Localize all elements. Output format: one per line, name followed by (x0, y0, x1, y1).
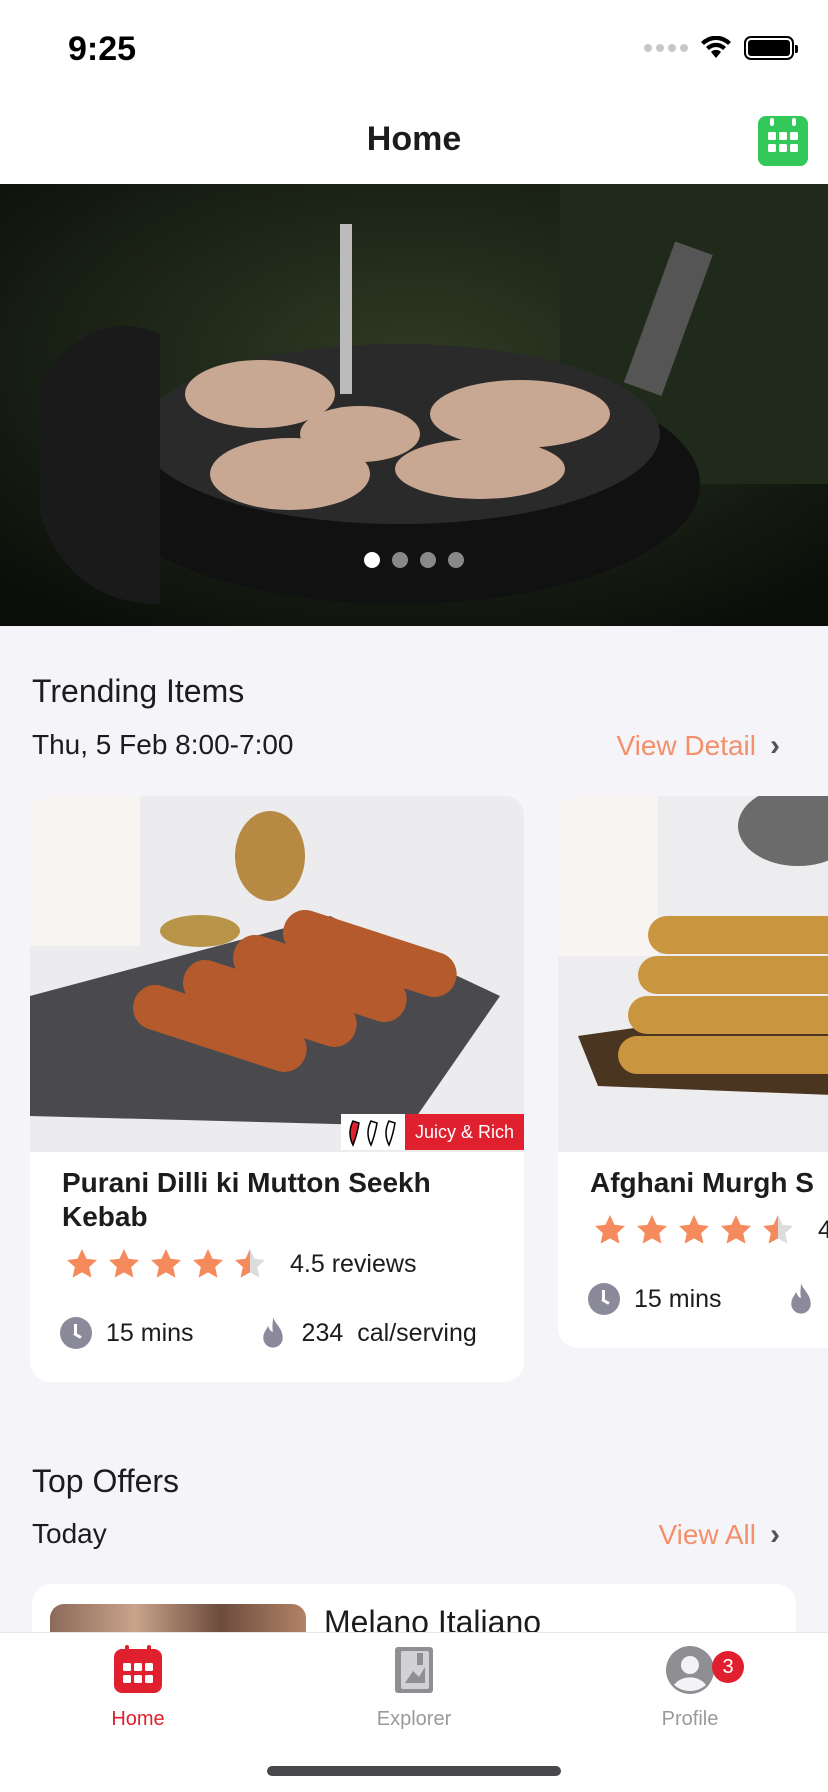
meta-row: 15 mins (588, 1282, 828, 1316)
chevron-right-icon: › (770, 729, 780, 762)
signal-icon (644, 44, 688, 52)
star-icon (151, 1249, 181, 1278)
status-time: 9:25 (68, 30, 137, 68)
home-indicator[interactable] (267, 1766, 561, 1776)
star-half-icon (235, 1249, 265, 1278)
notification-badge: 3 (712, 1651, 744, 1683)
rating-row: 4.5 reviews (64, 1246, 416, 1282)
calendar-icon (114, 1645, 162, 1693)
tab-explorer-label: Explorer (376, 1708, 452, 1730)
star-icon (595, 1215, 625, 1244)
item-name: Afghani Murgh S (590, 1167, 814, 1198)
carousel-pagination (0, 552, 828, 568)
book-icon (395, 1647, 433, 1693)
meta-row: 15 mins 234 cal/serving (60, 1316, 477, 1350)
trending-card[interactable]: Afghani Murgh S 4.5 15 mins (558, 796, 828, 1348)
tab-home[interactable]: Home (38, 1645, 238, 1731)
tab-profile-label: Profile (661, 1708, 719, 1730)
tab-explorer[interactable]: Explorer (314, 1645, 514, 1731)
carousel-dot[interactable] (392, 552, 408, 568)
star-icon (721, 1215, 751, 1244)
view-all-label: View All (658, 1519, 756, 1550)
tab-profile[interactable]: Profile 3 (590, 1645, 790, 1731)
star-icon (679, 1215, 709, 1244)
trending-title: Trending Items (32, 673, 245, 709)
star-icon (67, 1249, 97, 1278)
carousel-dot[interactable] (364, 552, 380, 568)
tag-label: Juicy & Rich (404, 1114, 524, 1150)
rating-text: 4.5 (818, 1215, 828, 1244)
flame-icon (262, 1317, 283, 1348)
calendar-icon[interactable] (758, 116, 808, 166)
trending-card[interactable]: Juicy & Rich Purani Dilli ki Mutton Seek… (30, 796, 524, 1382)
chili-icon (340, 1114, 405, 1150)
prep-time: 15 mins (106, 1318, 194, 1347)
nav-bar: Home (0, 100, 828, 184)
star-half-icon (763, 1215, 793, 1244)
clock-icon (60, 1317, 92, 1349)
flame-icon (790, 1283, 811, 1314)
tag-badge: Juicy & Rich (340, 1114, 524, 1150)
clock-icon (588, 1283, 620, 1315)
carousel-dot[interactable] (448, 552, 464, 568)
wifi-icon (701, 36, 731, 58)
hero-banner[interactable] (0, 184, 828, 626)
status-bar: 9:25 (0, 0, 828, 100)
view-detail-label: View Detail (616, 730, 756, 761)
page-title: Home (366, 120, 462, 158)
view-detail-link[interactable]: View Detail › (616, 729, 780, 763)
carousel-dot[interactable] (420, 552, 436, 568)
star-icon (109, 1249, 139, 1278)
status-icons (644, 36, 798, 60)
battery-icon (744, 36, 798, 60)
item-name: Purani Dilli ki Mutton Seekh Kebab (62, 1167, 431, 1232)
star-icon (193, 1249, 223, 1278)
view-all-link[interactable]: View All › (658, 1518, 780, 1552)
offers-title: Top Offers (32, 1463, 180, 1499)
star-icon (637, 1215, 667, 1244)
calories-value: 234 (301, 1318, 344, 1347)
rating-text: 4.5 reviews (290, 1249, 417, 1278)
offers-subtitle: Today (32, 1518, 107, 1549)
prep-time: 15 mins (634, 1284, 722, 1313)
food-image (30, 796, 524, 1152)
chevron-right-icon: › (770, 1518, 780, 1551)
user-avatar-icon (666, 1646, 714, 1694)
rating-row: 4.5 (592, 1212, 828, 1248)
trending-date: Thu, 5 Feb 8:00-7:00 (32, 729, 294, 760)
calories-unit: cal/serving (357, 1318, 477, 1347)
tab-home-label: Home (111, 1708, 165, 1730)
food-image (558, 796, 828, 1152)
